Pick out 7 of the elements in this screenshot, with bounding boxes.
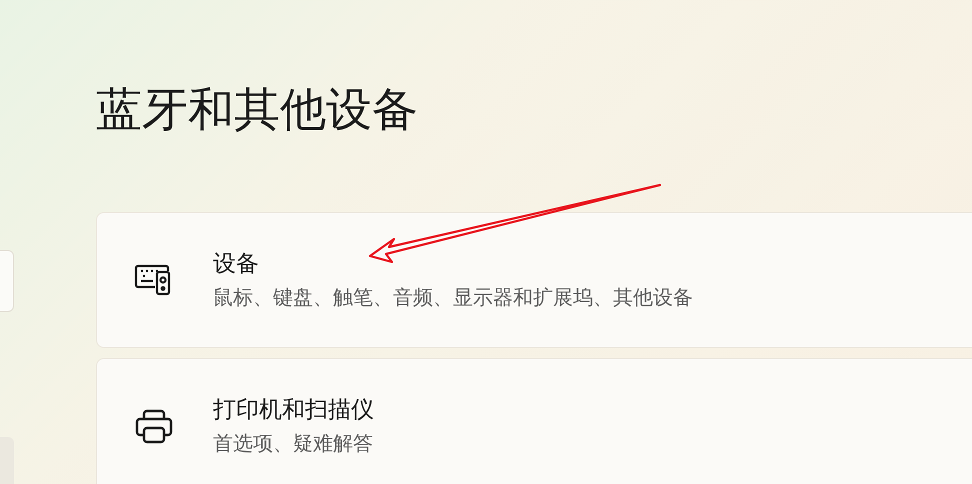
settings-card[interactable]: 设备 鼠标、键盘、触笔、音频、显示器和扩展坞、其他设备: [96, 212, 972, 348]
settings-card[interactable]: 打印机和扫描仪 首选项、疑难解答: [96, 358, 972, 484]
page-title: 蓝牙和其他设备: [96, 81, 419, 138]
card-title: 打印机和扫描仪: [213, 396, 374, 425]
card-title: 设备: [213, 250, 260, 279]
card-subtitle: 鼠标、键盘、触笔、音频、显示器和扩展坞、其他设备: [213, 284, 693, 310]
card-subtitle: 首选项、疑难解答: [213, 430, 374, 456]
